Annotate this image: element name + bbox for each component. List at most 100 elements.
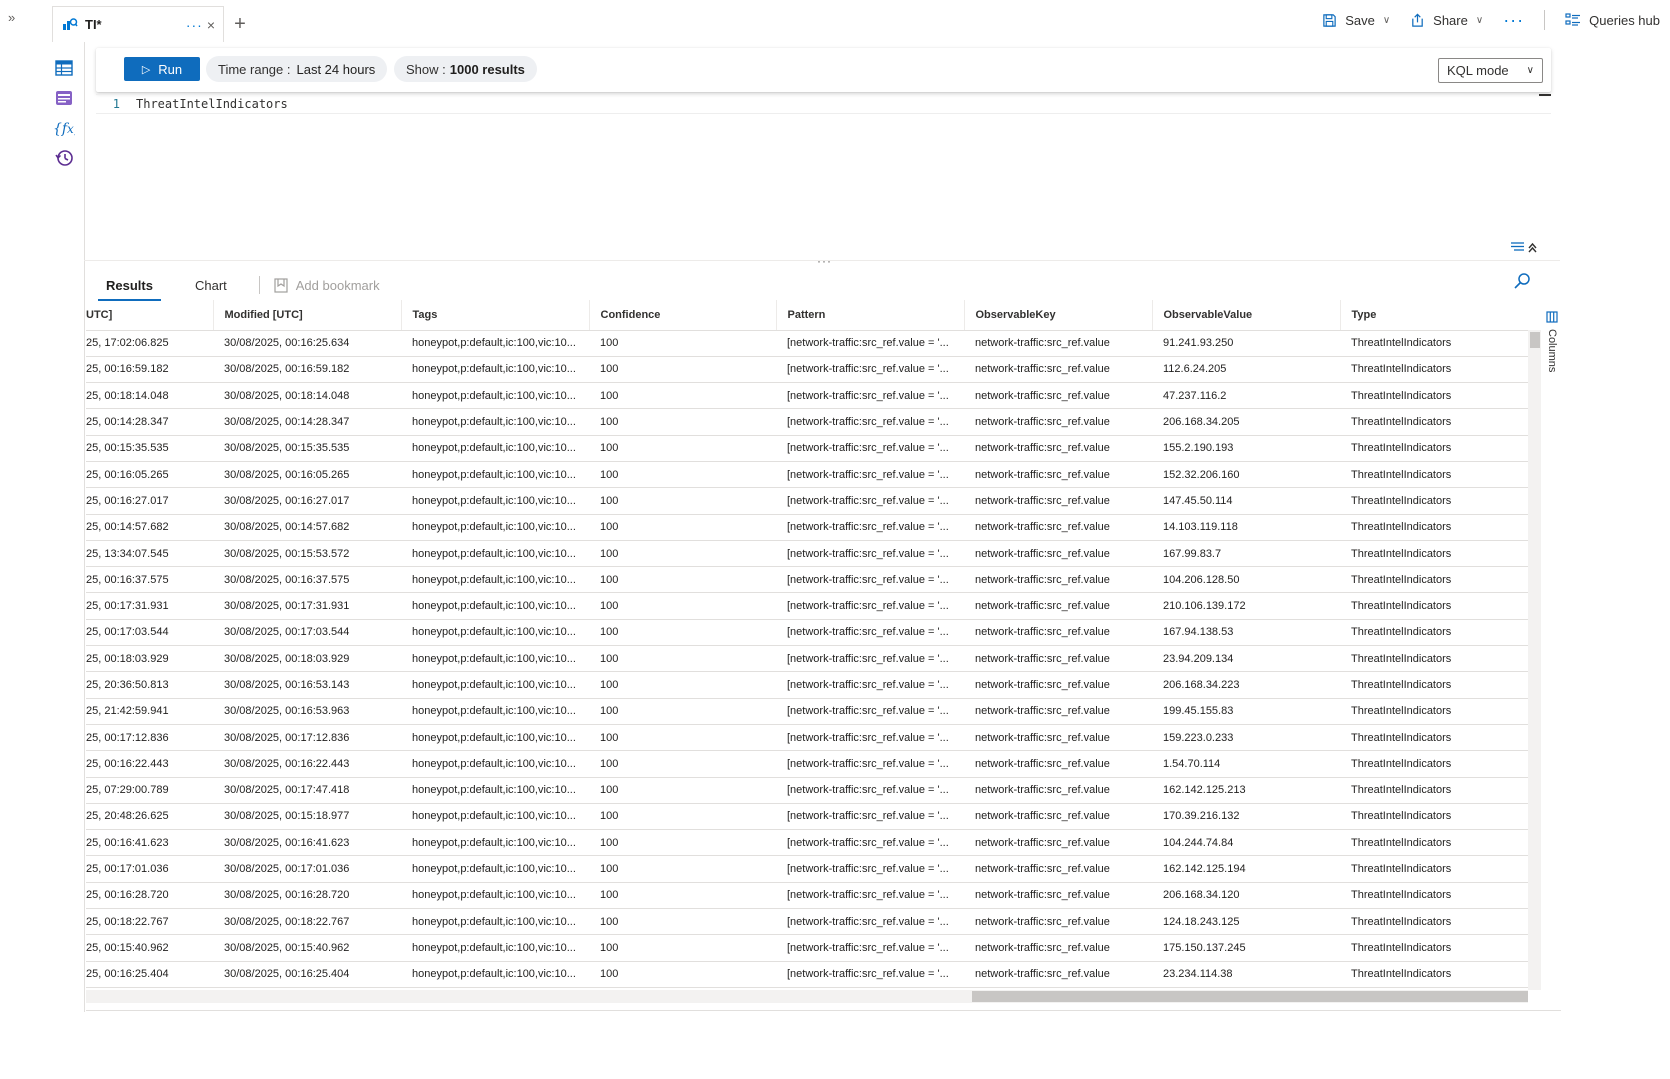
table-cell[interactable]: ThreatIntelIndicators	[1340, 408, 1528, 436]
table-cell[interactable]: [network-traffic:src_ref.value = '...	[776, 882, 964, 910]
table-row[interactable]: 25, 00:16:59.182 30/08/2025, 00:16:59.182…	[86, 356, 1528, 384]
queries-hub-button[interactable]: Queries hub	[1565, 13, 1660, 28]
column-header[interactable]: Tags	[401, 300, 590, 331]
table-cell[interactable]: [network-traffic:src_ref.value = '...	[776, 777, 964, 804]
table-cell[interactable]: 100	[589, 803, 776, 831]
table-cell[interactable]: 25, 13:34:07.545	[86, 540, 213, 568]
table-cell[interactable]: 25, 00:14:57.682	[86, 514, 213, 541]
table-cell[interactable]: honeypot,p:default,ic:100,vic:10...	[401, 487, 589, 515]
table-cell[interactable]: 100	[589, 882, 776, 910]
table-cell[interactable]: network-traffic:src_ref.value	[964, 487, 1152, 515]
tables-icon[interactable]	[52, 56, 76, 80]
table-cell[interactable]: network-traffic:src_ref.value	[964, 382, 1152, 410]
table-cell[interactable]: 30/08/2025, 00:16:25.634	[213, 330, 401, 357]
table-row[interactable]: 25, 20:36:50.813 30/08/2025, 00:16:53.143…	[86, 671, 1528, 699]
query-mode-select[interactable]: KQL mode ∨	[1438, 58, 1543, 83]
table-cell[interactable]: 14.103.119.118	[1152, 514, 1340, 541]
table-cell[interactable]: 30/08/2025, 00:16:59.182	[213, 356, 401, 384]
table-cell[interactable]: network-traffic:src_ref.value	[964, 540, 1152, 568]
table-cell[interactable]: [network-traffic:src_ref.value = '...	[776, 566, 964, 594]
table-cell[interactable]: ThreatIntelIndicators	[1340, 619, 1528, 647]
table-cell[interactable]: 47.237.116.2	[1152, 382, 1340, 410]
table-cell[interactable]: 104.244.74.84	[1152, 829, 1340, 857]
table-cell[interactable]: network-traffic:src_ref.value	[964, 829, 1152, 857]
table-cell[interactable]: [network-traffic:src_ref.value = '...	[776, 356, 964, 384]
table-cell[interactable]: 30/08/2025, 00:16:28.720	[213, 882, 401, 910]
queries-icon[interactable]	[52, 86, 76, 110]
table-cell[interactable]: 159.223.0.233	[1152, 724, 1340, 752]
table-cell[interactable]: ThreatIntelIndicators	[1340, 934, 1528, 962]
table-cell[interactable]: 100	[589, 540, 776, 568]
table-cell[interactable]: honeypot,p:default,ic:100,vic:10...	[401, 619, 589, 647]
table-row[interactable]: 25, 00:16:22.443 30/08/2025, 00:16:22.443…	[86, 750, 1528, 778]
table-cell[interactable]: honeypot,p:default,ic:100,vic:10...	[401, 908, 589, 936]
table-cell[interactable]: 30/08/2025, 00:14:57.682	[213, 514, 401, 541]
table-cell[interactable]: ThreatIntelIndicators	[1340, 803, 1528, 831]
tab-close-icon[interactable]: ×	[207, 17, 215, 33]
column-header[interactable]: Type	[1340, 300, 1528, 331]
table-cell[interactable]: 25, 07:29:00.789	[86, 777, 213, 804]
column-header[interactable]: Pattern	[776, 300, 965, 331]
table-cell[interactable]: honeypot,p:default,ic:100,vic:10...	[401, 356, 589, 384]
table-cell[interactable]: network-traffic:src_ref.value	[964, 330, 1152, 357]
table-cell[interactable]: 25, 00:17:03.544	[86, 619, 213, 647]
table-row[interactable]: 25, 00:14:57.682 30/08/2025, 00:14:57.682…	[86, 514, 1528, 541]
table-cell[interactable]: 100	[589, 645, 776, 673]
table-cell[interactable]: network-traffic:src_ref.value	[964, 961, 1152, 988]
tab-chart[interactable]: Chart	[185, 272, 237, 299]
table-row[interactable]: 25, 17:02:06.825 30/08/2025, 00:16:25.634…	[86, 330, 1528, 357]
table-cell[interactable]: network-traffic:src_ref.value	[964, 435, 1152, 462]
table-cell[interactable]: 100	[589, 829, 776, 857]
table-cell[interactable]: 30/08/2025, 00:17:12.836	[213, 724, 401, 752]
table-cell[interactable]: 30/08/2025, 00:18:22.767	[213, 908, 401, 936]
table-cell[interactable]: 25, 00:18:03.929	[86, 645, 213, 673]
table-cell[interactable]: network-traffic:src_ref.value	[964, 619, 1152, 647]
table-cell[interactable]: ThreatIntelIndicators	[1340, 882, 1528, 910]
table-cell[interactable]: ThreatIntelIndicators	[1340, 461, 1528, 489]
table-cell[interactable]: 100	[589, 592, 776, 620]
drag-handle-icon[interactable]: ···	[817, 254, 832, 268]
tab-more-icon[interactable]: ···	[186, 17, 203, 33]
table-cell[interactable]: honeypot,p:default,ic:100,vic:10...	[401, 803, 589, 831]
table-cell[interactable]: 100	[589, 671, 776, 699]
table-cell[interactable]: ThreatIntelIndicators	[1340, 724, 1528, 752]
table-cell[interactable]: 100	[589, 908, 776, 936]
table-cell[interactable]: 104.206.128.50	[1152, 566, 1340, 594]
tab-results[interactable]: Results	[96, 272, 163, 301]
table-cell[interactable]: [network-traffic:src_ref.value = '...	[776, 855, 964, 883]
table-cell[interactable]: 91.241.93.250	[1152, 330, 1340, 357]
table-cell[interactable]: 100	[589, 698, 776, 725]
table-row[interactable]: 25, 00:16:25.404 30/08/2025, 00:16:25.404…	[86, 961, 1528, 988]
column-header[interactable]: Confidence	[589, 300, 777, 331]
table-cell[interactable]: ThreatIntelIndicators	[1340, 487, 1528, 515]
table-row[interactable]: 25, 13:34:07.545 30/08/2025, 00:15:53.572…	[86, 540, 1528, 568]
table-cell[interactable]: 25, 17:02:06.825	[86, 330, 213, 357]
table-cell[interactable]: 30/08/2025, 00:18:03.929	[213, 645, 401, 673]
table-cell[interactable]: honeypot,p:default,ic:100,vic:10...	[401, 592, 589, 620]
table-cell[interactable]: ThreatIntelIndicators	[1340, 855, 1528, 883]
search-icon[interactable]	[1513, 272, 1531, 295]
table-row[interactable]: 25, 00:16:28.720 30/08/2025, 00:16:28.720…	[86, 882, 1528, 910]
table-cell[interactable]: 30/08/2025, 00:15:35.535	[213, 435, 401, 462]
table-cell[interactable]: 25, 00:15:35.535	[86, 435, 213, 462]
table-cell[interactable]: [network-traffic:src_ref.value = '...	[776, 514, 964, 541]
table-cell[interactable]: ThreatIntelIndicators	[1340, 356, 1528, 384]
table-cell[interactable]: 25, 00:14:28.347	[86, 408, 213, 436]
table-cell[interactable]: 30/08/2025, 00:16:22.443	[213, 750, 401, 778]
table-cell[interactable]: network-traffic:src_ref.value	[964, 934, 1152, 962]
table-cell[interactable]: 206.168.34.223	[1152, 671, 1340, 699]
table-cell[interactable]: [network-traffic:src_ref.value = '...	[776, 724, 964, 752]
table-cell[interactable]: 25, 00:16:37.575	[86, 566, 213, 594]
table-cell[interactable]: [network-traffic:src_ref.value = '...	[776, 330, 964, 357]
table-cell[interactable]: 25, 00:16:41.623	[86, 829, 213, 857]
table-cell[interactable]: 100	[589, 514, 776, 541]
table-cell[interactable]: [network-traffic:src_ref.value = '...	[776, 908, 964, 936]
table-cell[interactable]: 25, 00:16:59.182	[86, 356, 213, 384]
table-cell[interactable]: 25, 20:36:50.813	[86, 671, 213, 699]
table-cell[interactable]: 100	[589, 934, 776, 962]
table-cell[interactable]: ThreatIntelIndicators	[1340, 592, 1528, 620]
table-cell[interactable]: honeypot,p:default,ic:100,vic:10...	[401, 382, 589, 410]
collapse-panel-icon[interactable]: »	[8, 10, 15, 25]
table-cell[interactable]: 30/08/2025, 00:17:31.931	[213, 592, 401, 620]
table-cell[interactable]: 25, 00:17:31.931	[86, 592, 213, 620]
